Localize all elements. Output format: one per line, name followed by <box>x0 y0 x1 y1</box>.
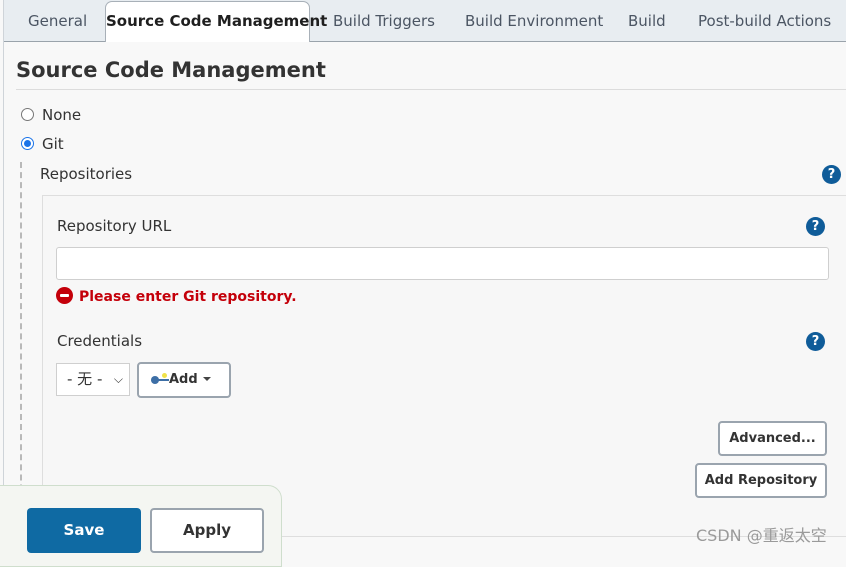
repositories-help-icon[interactable]: ? <box>822 165 841 184</box>
repository-url-input[interactable] <box>56 247 829 280</box>
watermark: CSDN @重返太空 <box>696 526 827 545</box>
credentials-label: Credentials <box>57 332 143 350</box>
save-button[interactable]: Save <box>27 508 141 553</box>
tab-build-environment[interactable]: Build Environment <box>465 2 603 41</box>
advanced-button[interactable]: Advanced... <box>718 421 827 456</box>
page-left-border <box>3 0 4 551</box>
tab-build-triggers[interactable]: Build Triggers <box>333 2 435 41</box>
apply-button[interactable]: Apply <box>150 508 264 553</box>
caret-down-icon <box>202 377 211 381</box>
section-title: Source Code Management <box>16 58 326 82</box>
scm-none-radio[interactable] <box>21 108 34 121</box>
key-icon <box>151 373 169 384</box>
add-credentials-button[interactable]: Add <box>137 362 231 398</box>
credentials-selected-value: - 无 - <box>67 370 103 388</box>
scm-git-radio[interactable] <box>21 137 34 150</box>
credentials-help-icon[interactable]: ? <box>806 332 825 351</box>
tab-build[interactable]: Build <box>628 2 666 41</box>
tab-source-code-management[interactable]: Source Code Management <box>105 1 327 42</box>
repository-url-error-text: Please enter Git repository. <box>79 289 297 305</box>
section-divider <box>16 89 846 90</box>
chevron-down-icon: ⌵ <box>113 372 123 386</box>
tab-general[interactable]: General <box>28 2 87 41</box>
add-repository-button[interactable]: Add Repository <box>695 463 827 498</box>
add-credentials-label: Add <box>169 372 198 387</box>
config-tab-bar: General Source Code Management Build Tri… <box>4 0 846 42</box>
scm-git-label[interactable]: Git <box>42 135 64 153</box>
credentials-select[interactable]: - 无 - ⌵ <box>56 363 130 396</box>
tab-post-build-actions[interactable]: Post-build Actions <box>698 2 831 41</box>
repository-url-error: Please enter Git repository. <box>56 287 297 305</box>
repositories-label: Repositories <box>40 165 133 183</box>
repository-url-help-icon[interactable]: ? <box>806 217 825 236</box>
error-icon <box>56 287 73 304</box>
repository-url-label: Repository URL <box>57 217 172 235</box>
scm-none-label[interactable]: None <box>42 106 81 124</box>
